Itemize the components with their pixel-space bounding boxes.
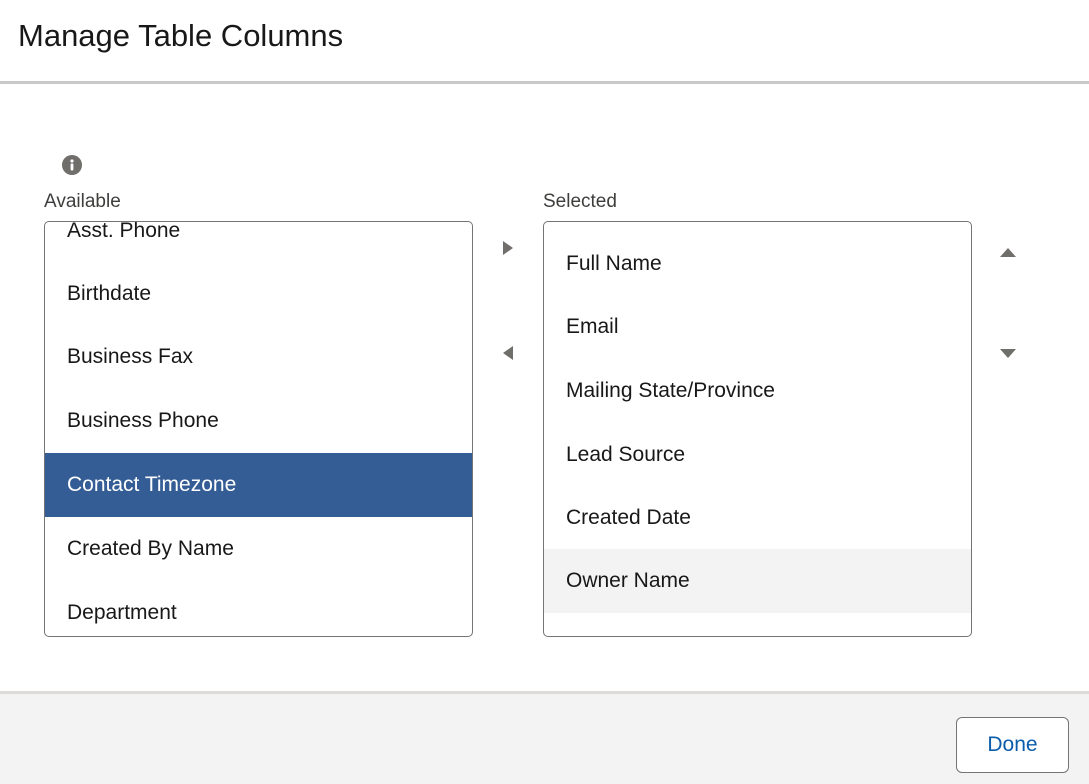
selected-option[interactable]: Email (544, 295, 971, 359)
dialog-title: Manage Table Columns (18, 18, 344, 53)
move-right-button[interactable] (494, 234, 522, 262)
dialog-header: Manage Table Columns (0, 0, 1089, 84)
dialog-footer (0, 691, 1089, 784)
move-left-button[interactable] (494, 339, 522, 367)
available-label: Available (44, 191, 121, 212)
available-option[interactable]: Business Fax (45, 325, 472, 389)
move-up-button[interactable] (994, 238, 1022, 266)
right-triangle-icon (503, 241, 513, 255)
down-triangle-icon (1000, 349, 1016, 358)
selected-option[interactable]: Full Name (544, 232, 971, 296)
available-listbox[interactable]: Asst. Phone Birthdate Business Fax Busin… (44, 221, 473, 637)
available-option[interactable]: Department (45, 581, 472, 636)
available-option[interactable]: Created By Name (45, 517, 472, 581)
left-triangle-icon (503, 346, 513, 360)
selected-label: Selected (543, 191, 617, 212)
info-icon[interactable] (62, 155, 82, 175)
available-option[interactable]: Business Phone (45, 389, 472, 453)
available-option-selected[interactable]: Contact Timezone (45, 453, 472, 517)
selected-option-hovered[interactable]: Owner Name (544, 549, 971, 613)
selected-option[interactable]: Mailing State/Province (544, 359, 971, 423)
available-option[interactable]: Asst. Phone (45, 222, 472, 263)
selected-option[interactable]: Lead Source (544, 423, 971, 487)
done-button[interactable]: Done (956, 717, 1069, 773)
selected-listbox[interactable]: Full Name Email Mailing State/Province L… (543, 221, 972, 637)
move-down-button[interactable] (994, 339, 1022, 367)
available-option[interactable]: Birthdate (45, 262, 472, 326)
up-triangle-icon (1000, 248, 1016, 257)
selected-option[interactable]: Created Date (544, 486, 971, 550)
